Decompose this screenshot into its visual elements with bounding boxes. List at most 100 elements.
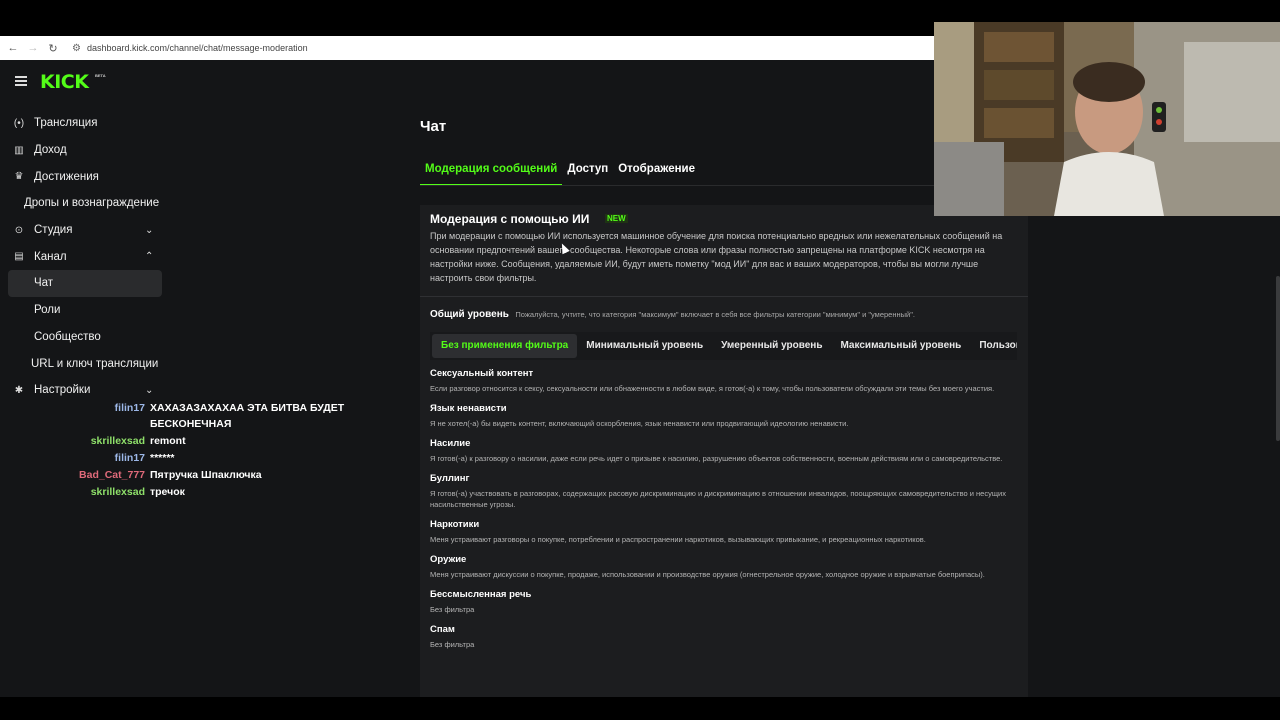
sidebar-item-label: Роли [34,304,61,317]
chat-username: skrillexsad [90,435,145,447]
tab-display[interactable]: Отображение [613,158,700,186]
chevron-up-icon[interactable]: ⌃ [145,251,153,262]
page-title: Чат [420,118,447,135]
category-violence: Насилие Я готов(-а) к разговору о насили… [430,437,1020,464]
chat-message: Bad_Cat_777 Пятручка Шпаключка [0,467,360,483]
filter-tab-moderate[interactable]: Умеренный уровень [712,332,831,360]
category-description: Меня устраивают дискуссии о покупке, про… [430,570,985,579]
sidebar-item-revenue[interactable]: ▥ Доход [0,137,170,164]
new-badge: NEW [605,214,628,223]
tabs-divider [420,185,934,186]
category-bullying: Буллинг Я готов(-а) участвовать в разгов… [430,472,1020,510]
sidebar: (•) Трансляция ▥ Доход ♛ Достижения Дроп… [0,110,170,404]
back-icon[interactable]: ← [6,42,20,54]
sidebar-item-label: Доход [34,144,67,157]
category-title: Наркотики [430,519,480,530]
address-bar[interactable]: dashboard.kick.com/channel/chat/message-… [87,43,308,53]
category-title: Спам [430,624,455,635]
bottom-black-bar [0,697,1280,720]
sidebar-item-roles[interactable]: Роли [0,297,170,324]
sidebar-item-label: Дропы и вознаграждение [24,197,160,210]
sidebar-item-label: URL и ключ трансляции [31,357,159,370]
chat-text: remont [150,435,186,447]
category-title: Сексуальный контент [430,368,534,379]
sidebar-item-chat[interactable]: Чат [8,270,162,297]
page-scrollbar[interactable] [1276,276,1280,441]
sidebar-item-label: Настройки [34,384,91,397]
category-spam: Спам Без фильтра [430,623,1020,650]
filter-tab-none[interactable]: Без применения фильтра [432,334,578,358]
sidebar-item-label: Студия [34,224,73,237]
sidebar-item-label: Достижения [34,170,99,183]
category-title: Насилие [430,438,471,449]
category-hate: Язык ненависти Я не хотел(-а) бы видеть … [430,402,1020,429]
category-title: Бессмысленная речь [430,589,532,600]
chat-overlay: filin17 ХАХАЗАЗАХАХАА ЭТА БИТВА БУДЕТ БЕ… [0,400,360,501]
category-description: Без фильтра [430,640,475,649]
browser-toolbar: ← → ↻ ⚙ dashboard.kick.com/channel/chat/… [0,36,934,60]
chat-message: skrillexsad remont [0,433,360,449]
studio-icon: ⊙ [14,224,24,236]
category-description: Я готов(-а) участвовать в разговорах, со… [430,489,1006,509]
chat-message: filin17 ****** [0,450,360,466]
chat-message: filin17 ХАХАЗАЗАХАХАА ЭТА БИТВА БУДЕТ БЕ… [0,400,360,432]
site-settings-icon[interactable]: ⚙ [72,43,81,54]
reload-icon[interactable]: ↻ [46,42,60,55]
chat-message: skrillexsad тречок [0,484,360,500]
chat-text: ХАХАЗАЗАХАХАА ЭТА БИТВА БУДЕТ БЕСКОНЕЧНА… [150,402,345,430]
tab-access[interactable]: Доступ [562,158,613,186]
ai-moderation-description: При модерации с помощью ИИ используется … [430,231,1003,283]
kick-logo[interactable]: KICK [40,71,89,93]
channel-icon: ▤ [14,251,24,263]
chat-text: ****** [150,452,175,464]
category-weapons: Оружие Меня устраивают дискуссии о покуп… [430,553,1020,580]
filter-tab-minimal[interactable]: Минимальный уровень [577,332,712,360]
chevron-down-icon[interactable]: ⌄ [145,385,153,396]
sidebar-item-label: Сообщество [34,330,101,343]
general-level-note: Пожалуйста, учтите, что категория "макси… [515,310,915,319]
menu-icon[interactable] [15,76,27,86]
chat-username: filin17 [114,402,145,414]
ai-moderation-card: Модерация с помощью ИИ NEW При модерации… [420,205,1028,705]
general-level-row: Общий уровень Пожалуйста, учтите, что ка… [430,309,915,320]
trophy-icon: ♛ [14,171,24,183]
webcam-overlay [934,22,1280,216]
category-description: Без фильтра [430,605,475,614]
ai-moderation-title: Модерация с помощью ИИ [430,212,590,226]
category-drugs: Наркотики Меня устраивают разговоры о по… [430,518,1020,545]
category-description: Меня устраивают разговоры о покупке, пот… [430,535,926,544]
sidebar-item-label: Трансляция [34,117,98,130]
chart-icon: ▥ [14,144,24,156]
category-title: Буллинг [430,473,470,484]
category-description: Я готов(-а) к разговору о насилии, даже … [430,454,1003,463]
filter-level-selector: Без применения фильтра Минимальный урове… [430,332,1017,360]
category-sexual: Сексуальный контент Если разговор относи… [430,367,1020,394]
category-description: Я не хотел(-а) бы видеть контент, включа… [430,419,849,428]
beta-badge: BETA [95,73,106,78]
sidebar-item-channel[interactable]: ▤ Канал ⌃ [0,243,170,270]
broadcast-icon: (•) [13,117,25,129]
chat-text: тречок [150,486,185,498]
chat-username: filin17 [114,452,145,464]
category-description: Если разговор относится к сексу, сексуал… [430,384,995,393]
filter-tab-maximal[interactable]: Максимальный уровень [831,332,970,360]
tab-message-moderation[interactable]: Модерация сообщений [420,158,563,186]
sidebar-item-broadcast[interactable]: (•) Трансляция [0,110,170,137]
general-level-label: Общий уровень [430,309,509,320]
webcam-image [934,22,1280,216]
category-gibberish: Бессмысленная речь Без фильтра [430,588,1020,615]
divider [420,296,1028,297]
sidebar-item-studio[interactable]: ⊙ Студия ⌄ [0,217,170,244]
sidebar-item-achievements[interactable]: ♛ Достижения [0,163,170,190]
category-list: Сексуальный контент Если разговор относи… [430,367,1020,658]
chevron-down-icon[interactable]: ⌄ [145,225,153,236]
chat-username: Bad_Cat_777 [79,469,145,481]
category-title: Оружие [430,554,467,565]
sidebar-item-drops[interactable]: Дропы и вознаграждение [0,190,170,217]
sidebar-item-stream-url[interactable]: URL и ключ трансляции [0,350,170,377]
forward-icon[interactable]: → [26,42,40,54]
sidebar-item-label: Канал [34,250,67,263]
filter-tab-custom[interactable]: Пользовательский [970,332,1017,360]
sidebar-item-label: Чат [34,277,54,290]
sidebar-item-community[interactable]: Сообщество [0,324,170,351]
